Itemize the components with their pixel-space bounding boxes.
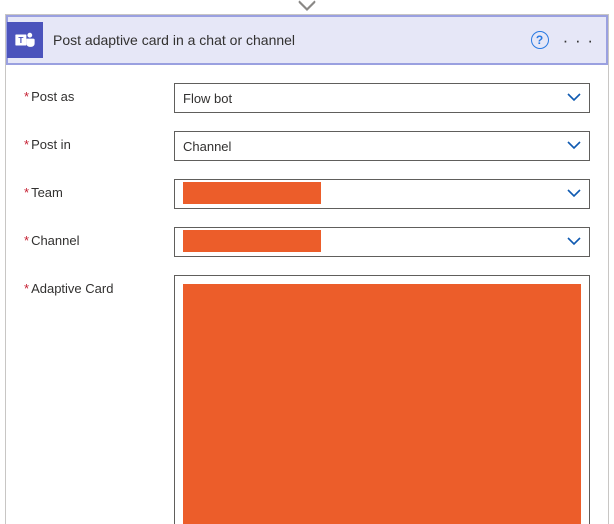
team-value	[183, 182, 567, 207]
field-row-adaptive-card: *Adaptive Card	[24, 275, 590, 524]
field-row-post-in: *Post in Channel	[24, 131, 590, 161]
channel-select[interactable]	[174, 227, 590, 257]
field-row-channel: *Channel	[24, 227, 590, 257]
redacted-value	[183, 284, 581, 524]
help-icon[interactable]: ?	[531, 31, 549, 49]
label-post-in: *Post in	[24, 131, 174, 152]
channel-value	[183, 230, 567, 255]
action-header[interactable]: T Post adaptive card in a chat or channe…	[6, 15, 608, 65]
teams-icon: T	[7, 22, 43, 58]
action-card: T Post adaptive card in a chat or channe…	[5, 14, 609, 524]
post-in-select[interactable]: Channel	[174, 131, 590, 161]
chevron-down-icon	[567, 141, 581, 151]
label-channel: *Channel	[24, 227, 174, 248]
action-title: Post adaptive card in a chat or channel	[53, 32, 521, 48]
redacted-value	[183, 230, 321, 252]
field-row-team: *Team	[24, 179, 590, 209]
chevron-down-icon	[567, 237, 581, 247]
post-as-select[interactable]: Flow bot	[174, 83, 590, 113]
label-team: *Team	[24, 179, 174, 200]
action-body: *Post as Flow bot *Post in Channel *Team	[6, 65, 608, 524]
chevron-down-icon	[567, 189, 581, 199]
team-select[interactable]	[174, 179, 590, 209]
post-as-value: Flow bot	[183, 91, 567, 106]
flow-connector-arrow	[0, 0, 614, 14]
label-adaptive-card: *Adaptive Card	[24, 275, 174, 296]
adaptive-card-textarea[interactable]	[174, 275, 590, 524]
svg-text:T: T	[18, 36, 23, 45]
chevron-down-icon	[567, 93, 581, 103]
post-in-value: Channel	[183, 139, 567, 154]
field-row-post-as: *Post as Flow bot	[24, 83, 590, 113]
label-post-as: *Post as	[24, 83, 174, 104]
redacted-value	[183, 182, 321, 204]
more-menu-icon[interactable]: · · ·	[561, 32, 596, 49]
